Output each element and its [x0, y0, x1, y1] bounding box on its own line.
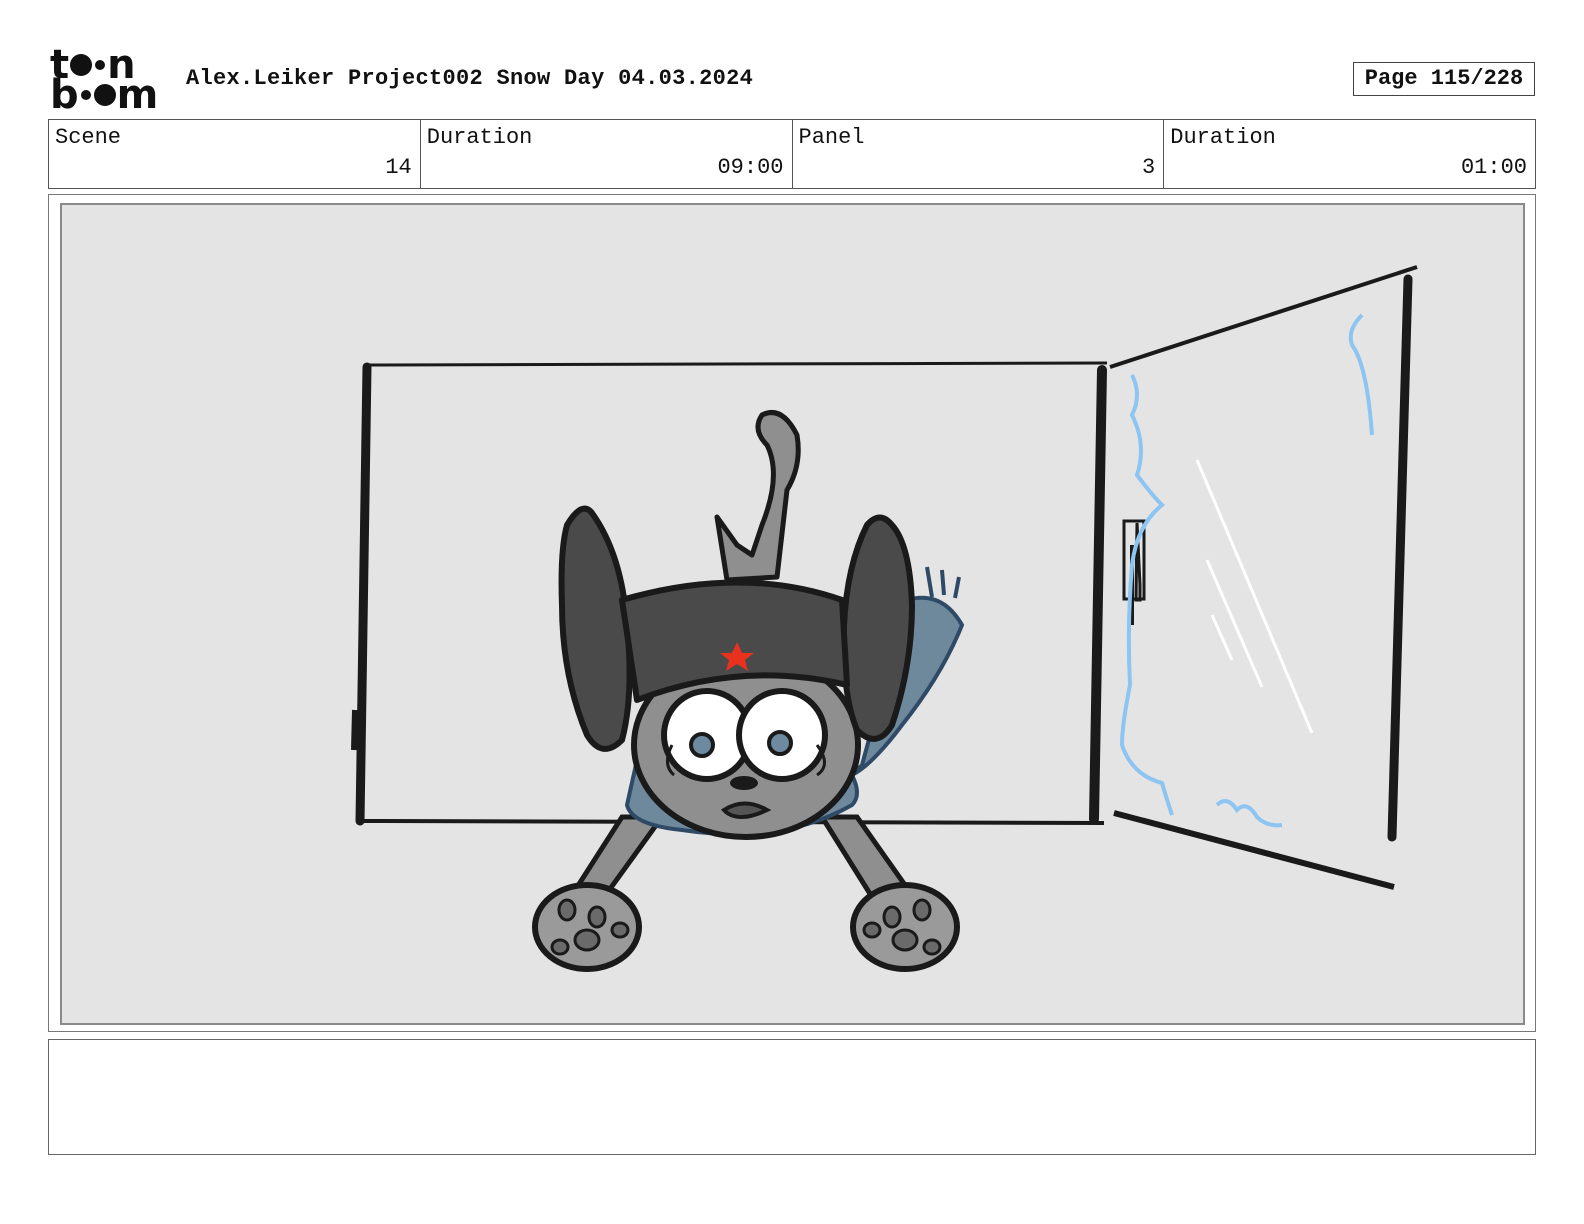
document-title: Alex.Leiker Project002 Snow Day 04.03.20… [186, 66, 754, 91]
storyboard-panel-frame [48, 194, 1536, 1032]
scene-cell: Scene 14 [49, 120, 421, 188]
panel-drawing [351, 265, 1418, 972]
panel-duration-label: Duration [1170, 125, 1276, 150]
panel-duration-value: 01:00 [1460, 155, 1527, 180]
cat-character [532, 410, 965, 972]
panel-duration-cell: Duration 01:00 [1164, 120, 1535, 188]
scene-value: 14 [385, 155, 412, 180]
fridge-door [1109, 265, 1418, 890]
scene-info-table: Scene 14 Duration 09:00 Panel 3 Duration… [48, 119, 1536, 189]
storyboard-panel-image [60, 203, 1525, 1025]
panel-cell: Panel 3 [793, 120, 1165, 188]
page-number: Page 115/228 [1353, 62, 1535, 96]
scene-duration-label: Duration [426, 125, 533, 150]
scene-duration-cell: Duration 09:00 [421, 120, 793, 188]
cat-paw-left [532, 882, 642, 972]
scene-duration-value: 09:00 [717, 155, 784, 180]
scene-label: Scene [55, 125, 122, 150]
panel-value: 3 [1142, 155, 1156, 180]
panel-notes-box [48, 1039, 1536, 1155]
toon-boom-logo: tn bm [50, 42, 159, 118]
panel-label: Panel [798, 125, 865, 150]
cat-paw-right [850, 882, 960, 972]
